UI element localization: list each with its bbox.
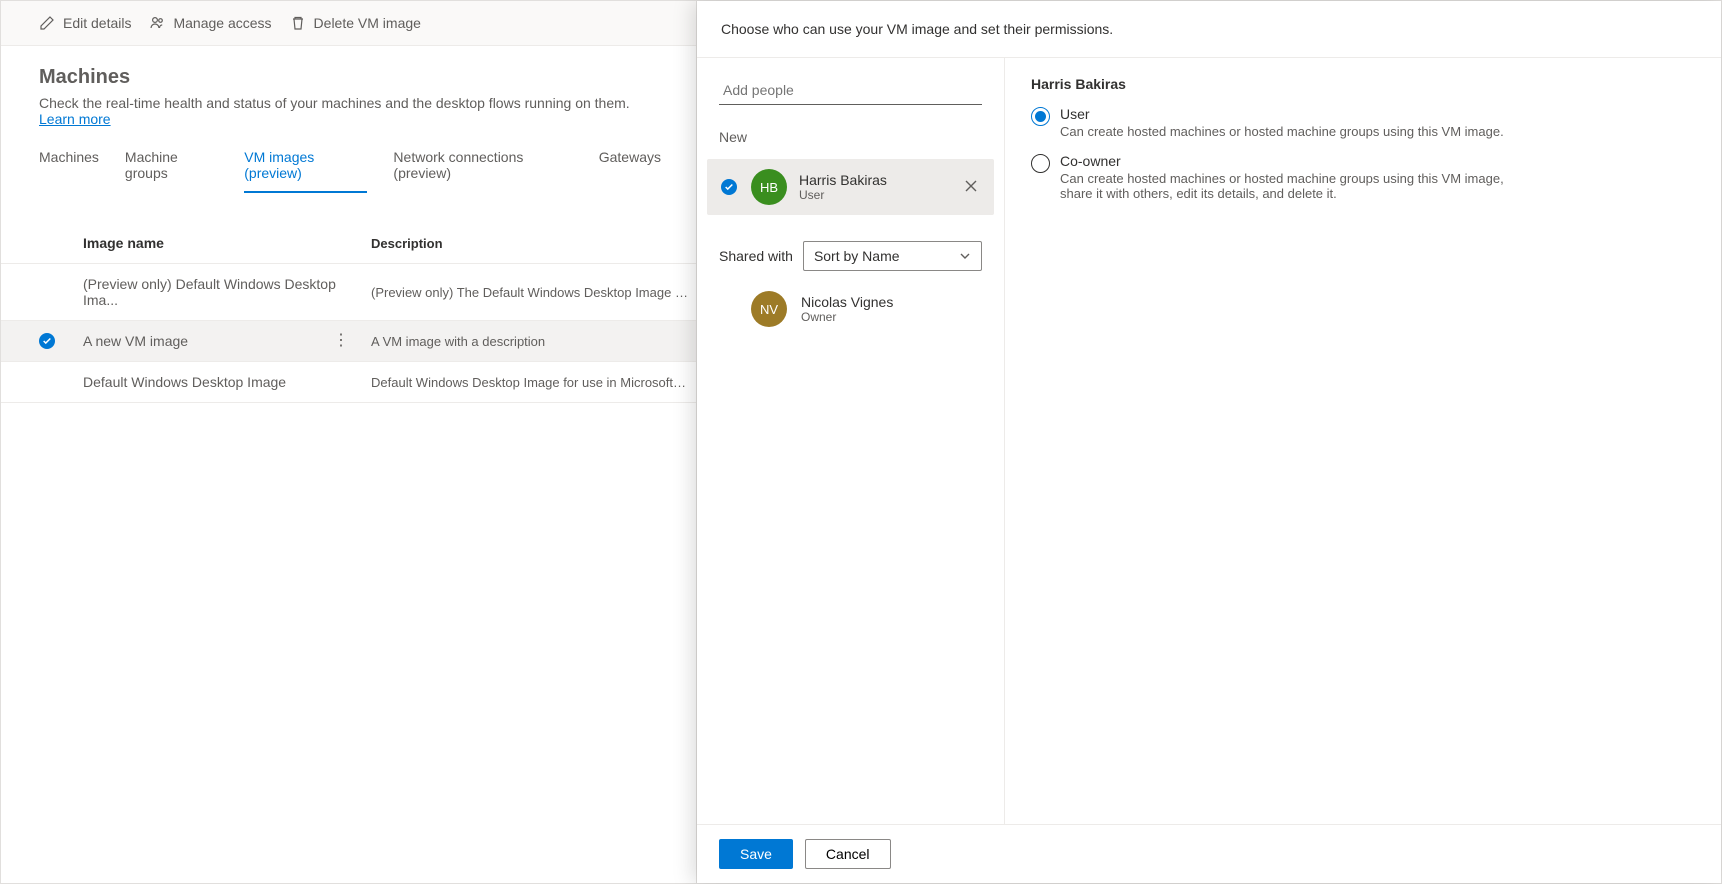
tab-gateways[interactable]: Gateways xyxy=(599,149,661,193)
edit-details-button[interactable]: Edit details xyxy=(39,15,131,31)
manage-access-panel: Choose who can use your VM image and set… xyxy=(697,1,1721,883)
cancel-button[interactable]: Cancel xyxy=(805,839,891,869)
tab-machines[interactable]: Machines xyxy=(39,149,99,193)
person-card-new[interactable]: HB Harris Bakiras User xyxy=(707,159,994,215)
panel-header-text: Choose who can use your VM image and set… xyxy=(697,1,1721,58)
table-row[interactable]: A new VM image ⋮ A VM image with a descr… xyxy=(1,321,699,362)
person-name: Nicolas Vignes xyxy=(801,294,982,310)
tab-vm-images[interactable]: VM images (preview) xyxy=(244,149,367,193)
add-people-input[interactable] xyxy=(719,76,982,105)
manage-access-label: Manage access xyxy=(173,15,271,31)
avatar: HB xyxy=(751,169,787,205)
column-header-description[interactable]: Description xyxy=(371,236,699,251)
permission-description: Can create hosted machines or hosted mac… xyxy=(1060,171,1520,201)
panel-people-column: New HB Harris Bakiras User Shared with xyxy=(697,58,1005,824)
person-role: Owner xyxy=(801,310,982,324)
page-title: Machines xyxy=(39,66,661,89)
row-description: A VM image with a description xyxy=(371,334,699,349)
tab-machine-groups[interactable]: Machine groups xyxy=(125,149,218,193)
trash-icon xyxy=(290,15,306,31)
people-icon xyxy=(149,15,165,31)
vm-images-table: Image name Description (Preview only) De… xyxy=(1,223,699,403)
panel-footer: Save Cancel xyxy=(697,824,1721,883)
person-card-shared[interactable]: NV Nicolas Vignes Owner xyxy=(719,291,982,327)
table-row[interactable]: Default Windows Desktop Image Default Wi… xyxy=(1,362,699,403)
manage-access-button[interactable]: Manage access xyxy=(149,15,271,31)
delete-vm-image-button[interactable]: Delete VM image xyxy=(290,15,421,31)
radio-icon xyxy=(1031,154,1050,173)
permission-label: User xyxy=(1060,106,1504,122)
chevron-down-icon xyxy=(959,250,971,262)
person-name: Harris Bakiras xyxy=(799,172,948,188)
table-row[interactable]: (Preview only) Default Windows Desktop I… xyxy=(1,264,699,321)
avatar: NV xyxy=(751,291,787,327)
remove-person-button[interactable] xyxy=(960,175,982,200)
command-bar: Edit details Manage access Delete VM ima… xyxy=(1,1,699,46)
person-role: User xyxy=(799,188,948,202)
row-description: (Preview only) The Default Windows Deskt… xyxy=(371,285,699,300)
row-name: (Preview only) Default Windows Desktop I… xyxy=(83,276,353,308)
delete-vm-image-label: Delete VM image xyxy=(314,15,421,31)
tab-network-connections[interactable]: Network connections (preview) xyxy=(393,149,572,193)
permissions-title: Harris Bakiras xyxy=(1031,76,1695,92)
row-more-menu-icon[interactable]: ⋮ xyxy=(329,338,353,344)
sort-by-select[interactable]: Sort by Name xyxy=(803,241,982,271)
permission-description: Can create hosted machines or hosted mac… xyxy=(1060,124,1504,139)
permission-option-coowner[interactable]: Co-owner Can create hosted machines or h… xyxy=(1031,153,1695,201)
shared-with-label: Shared with xyxy=(719,248,793,264)
radio-icon xyxy=(1031,107,1050,126)
sort-by-value: Sort by Name xyxy=(814,248,900,264)
learn-more-link[interactable]: Learn more xyxy=(39,111,111,127)
row-name: A new VM image xyxy=(83,333,188,349)
row-description: Default Windows Desktop Image for use in… xyxy=(371,375,699,390)
row-selected-check-icon[interactable] xyxy=(39,333,55,349)
person-selected-check-icon xyxy=(721,179,737,195)
permission-option-user[interactable]: User Can create hosted machines or hoste… xyxy=(1031,106,1695,139)
save-button[interactable]: Save xyxy=(719,839,793,869)
new-section-label: New xyxy=(719,129,982,145)
table-header: Image name Description xyxy=(1,223,699,264)
page-subtitle: Check the real-time health and status of… xyxy=(39,95,661,127)
edit-icon xyxy=(39,15,55,31)
column-header-name[interactable]: Image name xyxy=(83,235,371,251)
edit-details-label: Edit details xyxy=(63,15,131,31)
row-name: Default Windows Desktop Image xyxy=(83,374,286,390)
page-subtitle-text: Check the real-time health and status of… xyxy=(39,95,630,111)
panel-permissions-column: Harris Bakiras User Can create hosted ma… xyxy=(1005,58,1721,824)
tabs: Machines Machine groups VM images (previ… xyxy=(1,131,699,193)
permission-label: Co-owner xyxy=(1060,153,1520,169)
close-icon xyxy=(964,179,978,193)
